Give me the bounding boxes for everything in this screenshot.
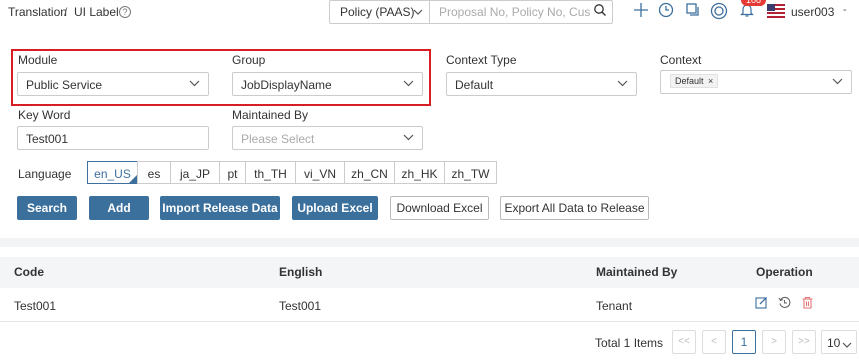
keyword-label: Key Word [18, 108, 71, 122]
table-header [0, 257, 859, 288]
page-size-select[interactable]: 10 [821, 330, 857, 354]
cell-maintained-by: Tenant [596, 299, 633, 313]
clock-icon[interactable] [656, 2, 676, 22]
user-name: user003 [791, 5, 835, 19]
prev-page-button[interactable]: < [702, 330, 726, 354]
breadcrumb-translation[interactable]: Translation [8, 5, 67, 19]
chevron-down-icon [832, 77, 843, 85]
lang-zh-tw[interactable]: zh_TW [444, 161, 497, 184]
add-button[interactable]: Add [89, 196, 149, 220]
import-release-data-button[interactable]: Import Release Data [160, 196, 280, 220]
global-search-input[interactable]: Proposal No, Policy No, Cus [429, 0, 613, 24]
history-icon[interactable] [778, 296, 791, 309]
lang-es[interactable]: es [137, 161, 171, 184]
lang-ja-jp[interactable]: ja_JP [170, 161, 220, 184]
last-page-button[interactable]: >> [792, 330, 816, 354]
notification-badge: 108 [741, 0, 767, 6]
next-page-button[interactable]: > [762, 330, 786, 354]
maintained-by-label: Maintained By [232, 108, 309, 122]
cell-english: Test001 [279, 299, 322, 313]
maintained-by-placeholder: Please Select [241, 132, 315, 146]
lang-th-th[interactable]: th_TH [245, 161, 296, 184]
language-label: Language [18, 167, 72, 181]
breadcrumb-separator: / [64, 5, 68, 19]
column-english: English [279, 265, 323, 279]
lang-zh-cn[interactable]: zh_CN [344, 161, 395, 184]
first-page-button[interactable]: << [672, 330, 696, 354]
user-menu[interactable]: user003 [791, 5, 834, 19]
keyword-value: Test001 [26, 132, 69, 146]
chevron-down-icon [413, 8, 423, 16]
page-1-button[interactable]: 1 [732, 330, 756, 354]
context-tag: Default × [670, 74, 719, 88]
download-excel-button[interactable]: Download Excel [390, 196, 489, 220]
flag-icon [766, 4, 786, 20]
context-tag-label: Default [675, 76, 704, 86]
keyword-input[interactable]: Test001 [17, 126, 209, 150]
maintained-by-select[interactable]: Please Select [232, 126, 423, 150]
search-button[interactable]: Search [17, 196, 77, 220]
close-icon[interactable]: × [708, 76, 713, 86]
help-icon[interactable]: ? [119, 6, 131, 18]
cell-code: Test001 [14, 299, 57, 313]
delete-icon[interactable] [801, 296, 814, 309]
total-items: Total 1 Items [595, 336, 664, 350]
row-divider [0, 321, 859, 322]
chevron-down-icon [403, 133, 414, 141]
context-type-value: Default [455, 78, 494, 92]
page-size-value: 10 [827, 336, 841, 350]
lang-pt[interactable]: pt [219, 161, 246, 184]
lang-vi-vn[interactable]: vi_VN [295, 161, 345, 184]
context-type-select[interactable]: Default [446, 72, 637, 96]
upload-excel-button[interactable]: Upload Excel [292, 196, 378, 220]
highlight-box [11, 49, 431, 106]
section-divider [0, 238, 859, 247]
policy-select-value: Policy (PAAS) [340, 5, 415, 19]
target-icon[interactable] [709, 2, 729, 22]
column-code: Code [14, 265, 44, 279]
page-title: UI Label [74, 5, 119, 19]
table-row [0, 289, 859, 321]
top-bar: Translation / UI Label ? Policy (PAAS) P… [0, 0, 859, 24]
policy-select[interactable]: Policy (PAAS) [329, 0, 430, 24]
search-icon[interactable] [590, 3, 610, 23]
edit-icon[interactable] [755, 296, 768, 309]
copy-icon[interactable] [683, 2, 703, 22]
context-type-label: Context Type [446, 53, 517, 67]
chevron-down-icon [842, 338, 852, 352]
column-operation: Operation [756, 265, 813, 279]
chevron-down-icon [617, 79, 628, 87]
user-chevron-icon[interactable]: - [843, 4, 847, 16]
column-maintained-by: Maintained By [596, 265, 678, 279]
lang-zh-hk[interactable]: zh_HK [394, 161, 445, 184]
lang-en-us[interactable]: en_US [87, 161, 138, 184]
export-all-data-button[interactable]: Export All Data to Release [500, 196, 649, 220]
plus-icon[interactable] [631, 2, 651, 22]
context-label: Context [660, 53, 702, 67]
